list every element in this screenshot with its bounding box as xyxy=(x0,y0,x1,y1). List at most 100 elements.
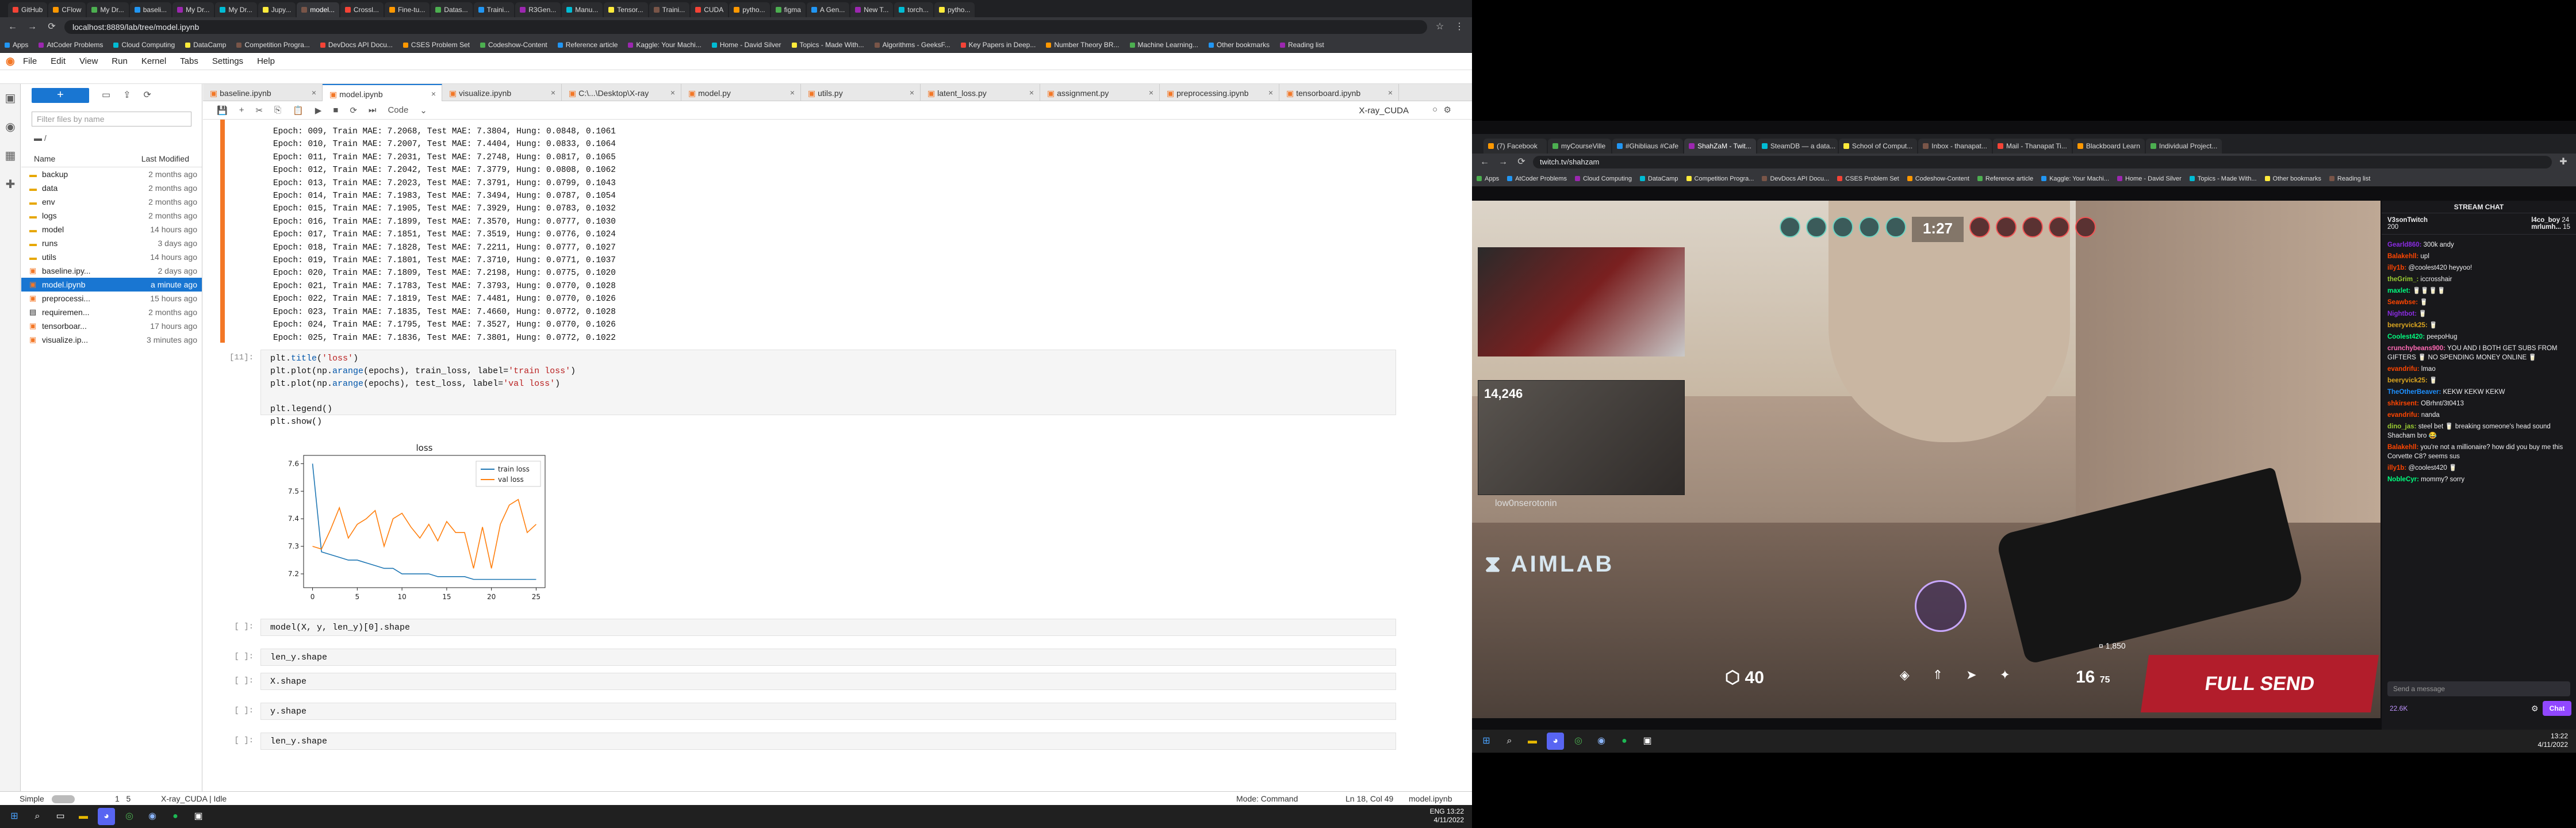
bookmark-item[interactable]: Competition Progra... xyxy=(236,41,310,49)
chrome-tab[interactable]: Jupy... xyxy=(258,2,296,17)
file-row[interactable]: ▬ runs 3 days ago xyxy=(21,236,202,250)
chrome-tab[interactable]: CUDA xyxy=(691,2,729,17)
file-explorer-icon[interactable]: ▬ xyxy=(1524,733,1541,750)
chrome-tab[interactable]: Mail - Thanapat Ti... xyxy=(1993,139,2072,154)
notebook-tab[interactable]: ▣ C:\...\Desktop\X-ray × xyxy=(562,84,681,101)
chat-username[interactable]: maxlet: xyxy=(2387,288,2410,294)
chat-username[interactable]: Coolest420: xyxy=(2387,334,2425,340)
close-icon[interactable]: × xyxy=(312,88,316,97)
code-cell-plot[interactable]: plt.title('loss') plt.plot(np.arange(epo… xyxy=(260,350,1396,427)
close-icon[interactable]: × xyxy=(1268,88,1273,97)
bookmark-item[interactable]: DevDocs API Docu... xyxy=(1762,175,1829,182)
terminal-icon[interactable]: ▣ xyxy=(190,808,207,825)
menu-item-help[interactable]: Help xyxy=(257,56,275,66)
notebook-tab[interactable]: ▣ baseline.ipynb × xyxy=(203,84,323,101)
chat-username[interactable]: crunchybeans900: xyxy=(2387,345,2445,352)
chrome-tab[interactable]: CFlow xyxy=(48,2,86,17)
filter-files-input[interactable]: Filter files by name xyxy=(32,112,191,126)
bookmark-item[interactable]: Codeshow-Content xyxy=(1907,175,1969,182)
new-folder-icon[interactable]: ▭ xyxy=(102,91,110,100)
star-icon[interactable]: ☆ xyxy=(1433,22,1447,32)
code-cell[interactable]: y.shape xyxy=(260,703,1396,720)
save-icon[interactable]: 💾 xyxy=(217,105,228,116)
file-row[interactable]: ▣ tensorboar... 17 hours ago xyxy=(21,319,202,333)
bookmark-item[interactable]: Reading list xyxy=(2329,175,2370,182)
right-system-tray[interactable]: 13:22 4/11/2022 xyxy=(2538,732,2569,749)
chrome-tab[interactable]: #Ghibliaus #Cafe xyxy=(1612,139,1684,154)
bookmark-item[interactable]: Number Theory BR... xyxy=(1046,41,1120,49)
code-cell[interactable]: X.shape xyxy=(260,673,1396,690)
notebook-tab[interactable]: ▣ visualize.ipynb × xyxy=(442,84,562,101)
bookmark-item[interactable]: DevDocs API Docu... xyxy=(320,41,393,49)
chrome-icon[interactable]: ◎ xyxy=(1570,733,1587,750)
chat-username[interactable]: dino_jas: xyxy=(2387,423,2416,430)
menu-item-settings[interactable]: Settings xyxy=(212,56,243,66)
bookmark-item[interactable]: Topics - Made With... xyxy=(791,41,864,49)
chrome-tab[interactable]: Datas... xyxy=(431,2,473,17)
back-arrow-icon[interactable]: ← xyxy=(6,22,20,32)
menu-item-kernel[interactable]: Kernel xyxy=(141,56,166,66)
bookmark-item[interactable]: CSES Problem Set xyxy=(1837,175,1899,182)
chrome-tab[interactable]: myCourseVille xyxy=(1548,139,1611,154)
notebook-tab[interactable]: ▣ tensorboard.ipynb × xyxy=(1279,84,1399,101)
breadcrumb-root[interactable]: / xyxy=(44,133,47,143)
bookmark-item[interactable]: Kaggle: Your Machi... xyxy=(2041,175,2109,182)
windows-start-icon[interactable]: ⊞ xyxy=(1478,733,1495,750)
bookmark-item[interactable]: Topics - Made With... xyxy=(2189,175,2257,182)
bookmark-item[interactable]: Reference article xyxy=(1977,175,2033,182)
chrome-tab[interactable]: SteamDB — a data... xyxy=(1757,139,1838,154)
bookmark-item[interactable]: AtCoder Problems xyxy=(39,41,103,49)
system-tray[interactable]: ENG 13:22 4/11/2022 xyxy=(1430,807,1464,825)
chrome-tab[interactable]: GitHub xyxy=(8,2,48,17)
spotify-icon[interactable]: ● xyxy=(1616,733,1633,750)
reload-icon[interactable]: ⟳ xyxy=(1515,158,1528,167)
chat-username[interactable]: shkirsent: xyxy=(2387,400,2419,407)
bookmark-item[interactable]: Home - David Silver xyxy=(2117,175,2182,182)
chat-username[interactable]: Nightbot: xyxy=(2387,310,2417,317)
bookmark-item[interactable]: Algorithms - GeeksF... xyxy=(874,41,950,49)
chat-username[interactable]: evandrifu: xyxy=(2387,366,2420,373)
address-bar[interactable]: localhost:8889/lab/tree/model.ipynb xyxy=(64,20,1427,34)
close-icon[interactable]: × xyxy=(1149,88,1153,97)
chat-username[interactable]: illy1b: xyxy=(2387,264,2406,271)
chrome-tab[interactable]: Traini... xyxy=(649,2,690,17)
menu-dots-icon[interactable]: ⋮ xyxy=(1452,22,1466,32)
chrome-tab[interactable]: Crossl... xyxy=(340,2,384,17)
copy-icon[interactable]: ⎘ xyxy=(274,105,281,115)
menu-item-view[interactable]: View xyxy=(79,56,98,66)
chat-send-button[interactable]: Chat xyxy=(2543,701,2571,716)
file-row[interactable]: ▬ model 14 hours ago xyxy=(21,223,202,236)
spotify-icon[interactable]: ● xyxy=(167,808,184,825)
file-row[interactable]: ▣ visualize.ip... 3 minutes ago xyxy=(21,333,202,347)
code-cell[interactable]: model(X, y, len_y)[0].shape xyxy=(260,619,1396,636)
close-icon[interactable]: × xyxy=(1029,88,1034,97)
file-row[interactable]: ▣ baseline.ipy... 2 days ago xyxy=(21,264,202,278)
chrome-tab[interactable]: Traini... xyxy=(473,2,515,17)
chrome-tab[interactable]: My Dr... xyxy=(87,2,129,17)
notebook-tab[interactable]: ▣ model.py × xyxy=(681,84,801,101)
search-icon[interactable]: ⌕ xyxy=(1501,733,1518,750)
close-icon[interactable]: × xyxy=(1388,88,1393,97)
bookmark-item[interactable]: Key Papers in Deep... xyxy=(960,41,1036,49)
back-arrow-icon[interactable]: ← xyxy=(1478,158,1492,167)
chat-username[interactable]: theGrim_: xyxy=(2387,276,2418,283)
chrome-tab[interactable]: My Dr... xyxy=(215,2,257,17)
chat-username[interactable]: Gearld860: xyxy=(2387,241,2421,248)
add-cell-icon[interactable]: + xyxy=(239,105,244,115)
cell-type-select[interactable]: Code xyxy=(388,105,408,115)
commands-icon[interactable]: ▦ xyxy=(0,141,21,170)
chat-username[interactable]: Balakehll: xyxy=(2387,253,2418,260)
steam-icon[interactable]: ◉ xyxy=(144,808,161,825)
file-row[interactable]: ▬ utils 14 hours ago xyxy=(21,250,202,264)
chat-input[interactable]: Send a message xyxy=(2387,681,2570,696)
chrome-tab[interactable]: A Gen... xyxy=(806,2,850,17)
steam-icon[interactable]: ◉ xyxy=(1593,733,1610,750)
reload-icon[interactable]: ⟳ xyxy=(45,22,59,32)
menu-item-file[interactable]: File xyxy=(23,56,37,66)
chrome-tab[interactable]: Blackboard Learn xyxy=(2072,139,2145,154)
search-icon[interactable]: ⌕ xyxy=(29,808,46,825)
discord-icon[interactable]: ◕ xyxy=(1547,733,1564,750)
close-icon[interactable]: × xyxy=(670,88,675,97)
paste-icon[interactable]: 📋 xyxy=(293,105,304,116)
stream-video[interactable]: 1:27 14,246 low0nserotonin ⧗ AIMLAB ⬡ 40… xyxy=(1472,201,2380,718)
